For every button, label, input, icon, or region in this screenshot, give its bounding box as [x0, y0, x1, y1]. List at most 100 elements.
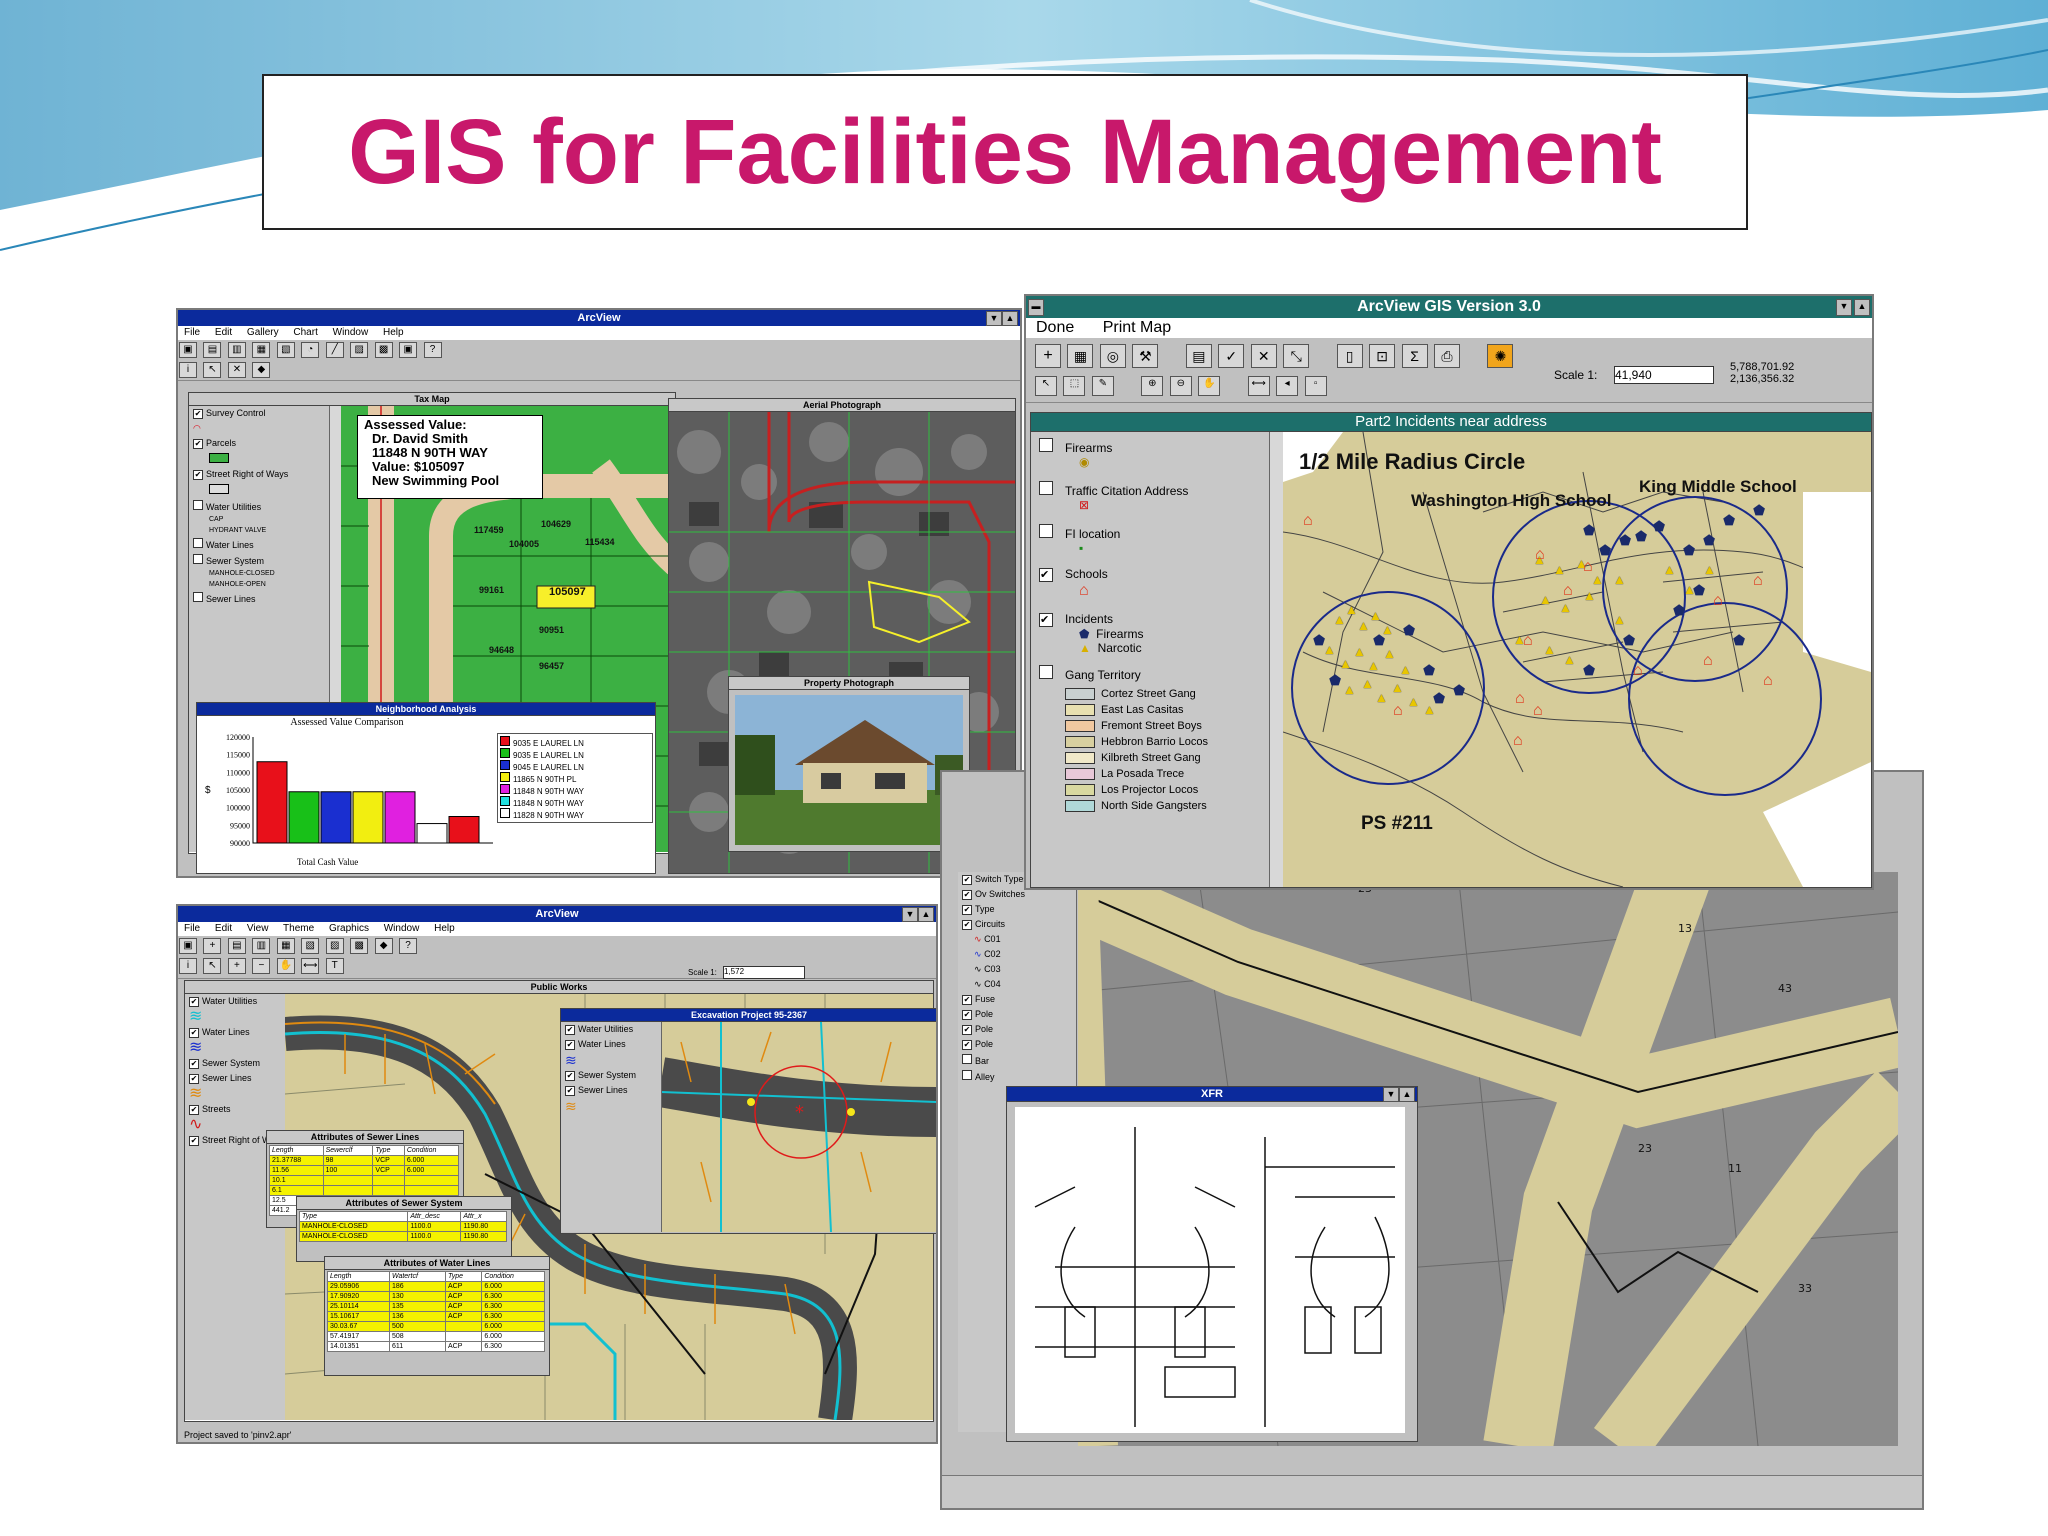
narcotic-incident-icon[interactable]: ▲: [1559, 600, 1572, 615]
column-header[interactable]: Condition: [481, 1271, 545, 1282]
excavation-map[interactable]: *: [661, 1022, 937, 1232]
menu-file[interactable]: File: [184, 327, 200, 338]
pointer-tool-icon[interactable]: ↖: [203, 362, 222, 378]
narcotic-incident-icon[interactable]: ▲: [1613, 612, 1626, 627]
school-icon[interactable]: ⌂: [1393, 702, 1403, 720]
legend-scrollbar[interactable]: [1269, 432, 1284, 887]
column-header[interactable]: Length: [327, 1271, 390, 1282]
minimize-button[interactable]: ▼: [1836, 299, 1852, 316]
table-row[interactable]: MANHOLE-CLOSED 1100.0 1190.80: [298, 1221, 507, 1232]
narcotic-incident-icon[interactable]: ▲: [1663, 562, 1676, 577]
school-icon[interactable]: ⌂: [1563, 582, 1573, 600]
narcotic-incident-icon[interactable]: ▲: [1339, 656, 1352, 671]
chart-area-tool-icon[interactable]: ▩: [374, 342, 393, 358]
pan-icon[interactable]: ✋: [1198, 376, 1221, 396]
identify-icon[interactable]: ✎: [1091, 376, 1114, 396]
column-header[interactable]: Type: [298, 1211, 409, 1222]
text-icon[interactable]: ▫: [1304, 376, 1327, 396]
zoom-out-tool-icon[interactable]: −: [252, 958, 271, 974]
menu-gallery[interactable]: Gallery: [247, 327, 279, 338]
firearms-incident-icon[interactable]: ⬟: [1313, 632, 1325, 649]
column-header[interactable]: Attr_desc: [407, 1211, 462, 1222]
add-theme-tool-icon[interactable]: +: [203, 938, 222, 954]
firearms-incident-icon[interactable]: ⬟: [1693, 582, 1705, 599]
school-icon[interactable]: ⌂: [1523, 632, 1533, 650]
chart-xy-tool-icon[interactable]: ▨: [350, 342, 369, 358]
zoom-full-tool-icon[interactable]: ▧: [301, 938, 320, 954]
menu-edit[interactable]: Edit: [215, 327, 232, 338]
narcotic-incident-icon[interactable]: ▲: [1399, 662, 1412, 677]
firearms-incident-icon[interactable]: ⬟: [1373, 632, 1385, 649]
arcview-public-works-window[interactable]: ArcView ▼ ▲ File Edit View Theme Graphic…: [176, 904, 938, 1444]
zoom-active-tool-icon[interactable]: ▨: [325, 938, 344, 954]
edit-legend-icon[interactable]: ▤: [1185, 344, 1212, 368]
erase-tool-icon[interactable]: ✕: [227, 362, 246, 378]
sum-icon[interactable]: Σ: [1401, 344, 1428, 368]
table-row[interactable]: 29.05906 186 ACP 6.000: [327, 1281, 545, 1292]
hotlink-icon[interactable]: ✺: [1487, 344, 1514, 368]
table-row[interactable]: 15.10617 136 ACP 6.300: [327, 1311, 545, 1322]
water-lines-table-window[interactable]: Attributes of Water Lines Length Watertcf…: [324, 1256, 550, 1376]
xfr-window[interactable]: XFR ▼ ▲: [1006, 1086, 1418, 1442]
menu-print-map[interactable]: Print Map: [1103, 319, 1171, 336]
narcotic-incident-icon[interactable]: ▲: [1539, 592, 1552, 607]
firearms-incident-icon[interactable]: ⬟: [1619, 532, 1631, 549]
save-tool-icon[interactable]: ▣: [179, 342, 197, 358]
window-titlebar[interactable]: ArcView: [178, 906, 936, 922]
select-feature-icon[interactable]: ✓: [1218, 344, 1245, 368]
narcotic-incident-icon[interactable]: ▲: [1343, 682, 1356, 697]
narcotic-incident-icon[interactable]: ▲: [1543, 642, 1556, 657]
narcotic-incident-icon[interactable]: ▲: [1703, 562, 1716, 577]
table-tool-icon[interactable]: ▦: [276, 938, 295, 954]
school-icon[interactable]: ⌂: [1303, 512, 1313, 530]
zoom-selected-icon[interactable]: ⤡: [1283, 344, 1310, 368]
firearms-incident-icon[interactable]: ⬟: [1623, 632, 1635, 649]
narcotic-incident-icon[interactable]: ▲: [1591, 572, 1604, 587]
school-icon[interactable]: ⌂: [1583, 558, 1593, 576]
chart-bar-tool-icon[interactable]: ▦: [252, 342, 271, 358]
binoculars-icon[interactable]: ◎: [1099, 344, 1126, 368]
narcotic-incident-icon[interactable]: ▲: [1583, 588, 1596, 603]
save-tool-icon[interactable]: ▣: [179, 938, 197, 954]
menu-theme[interactable]: Theme: [283, 923, 314, 934]
table-row[interactable]: MANHOLE-CLOSED 1100.0 1190.80: [298, 1231, 507, 1242]
add-theme-icon[interactable]: +: [1035, 344, 1061, 368]
chart-column-tool-icon[interactable]: ▧: [276, 342, 295, 358]
narcotic-incident-icon[interactable]: ▲: [1391, 680, 1404, 695]
menu-done[interactable]: Done: [1036, 319, 1074, 336]
neighborhood-analysis-window[interactable]: Neighborhood Analysis Assessed Value Com…: [196, 702, 656, 874]
firearms-incident-icon[interactable]: ⬟: [1673, 602, 1685, 619]
school-icon[interactable]: ⌂: [1763, 672, 1773, 690]
column-header[interactable]: Length: [269, 1145, 324, 1156]
firearms-incident-icon[interactable]: ⬟: [1653, 518, 1665, 535]
menu-window[interactable]: Window: [384, 923, 420, 934]
narcotic-incident-icon[interactable]: ▲: [1357, 618, 1370, 633]
narcotic-incident-icon[interactable]: ▲: [1361, 676, 1374, 691]
zoom-out-icon[interactable]: ⊖: [1169, 376, 1192, 396]
measure-tool-icon[interactable]: ⟷: [301, 958, 320, 974]
table-row[interactable]: 21.37788 98 VCP 6.000: [269, 1155, 460, 1166]
school-icon[interactable]: ⌂: [1753, 572, 1763, 590]
theme-props-icon[interactable]: ▦: [1067, 344, 1094, 368]
table-row[interactable]: 10.1: [269, 1175, 460, 1186]
hammer-icon[interactable]: ⚒: [1132, 344, 1159, 368]
menu-edit[interactable]: Edit: [215, 923, 232, 934]
zoom-selected-tool-icon[interactable]: ▩: [350, 938, 369, 954]
scale-input[interactable]: 1,572: [723, 966, 805, 979]
table-row[interactable]: 11.56 100 VCP 6.000: [269, 1165, 460, 1176]
incidents-view[interactable]: Part2 Incidents near address Firearms ◉ …: [1030, 412, 1872, 888]
water-lines-table[interactable]: Length Watertcf Type Condition 29.05906 186 AC…: [327, 1271, 545, 1352]
label-icon[interactable]: ◂: [1276, 376, 1299, 396]
school-icon[interactable]: ⌂: [1633, 662, 1643, 680]
narcotic-incident-icon[interactable]: ▲: [1345, 602, 1358, 617]
table-icon[interactable]: ▯: [1336, 344, 1363, 368]
firearms-incident-icon[interactable]: ⬟: [1583, 522, 1595, 539]
chart-tool-icon[interactable]: ▥: [227, 342, 246, 358]
school-icon[interactable]: ⌂: [1513, 732, 1523, 750]
theme-props-tool-icon[interactable]: ▤: [227, 938, 246, 954]
column-header[interactable]: Condition: [403, 1145, 460, 1156]
table-row[interactable]: 30.03.67 500 6.000: [327, 1321, 545, 1332]
print-tool-icon[interactable]: ▤: [203, 342, 222, 358]
table-row[interactable]: 6.1: [269, 1185, 460, 1196]
excavation-window[interactable]: Excavation Project 95-2367 * ✔ Water Util…: [560, 1008, 937, 1234]
